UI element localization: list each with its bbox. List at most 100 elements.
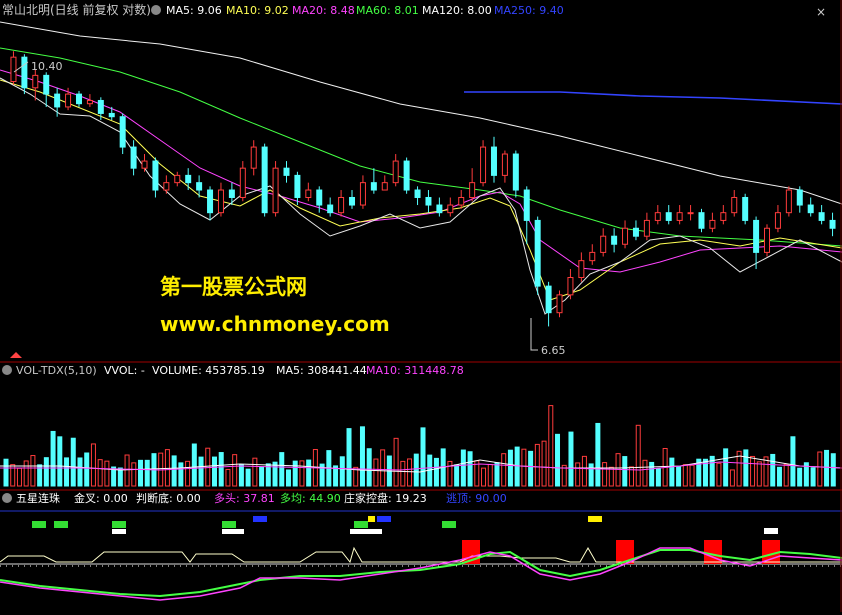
signal-white-1: [112, 529, 126, 534]
volume-bar: [608, 466, 614, 487]
candle-body: [425, 196, 432, 206]
bottom-judge-legend: 判断底: 0.00: [136, 491, 201, 505]
volume-bar: [534, 443, 540, 487]
volume-bar: [306, 459, 312, 487]
control-legend: 庄家控盘: 19.23: [344, 491, 427, 505]
candle-body: [774, 212, 781, 229]
volume-bar: [420, 427, 426, 487]
candle-body: [130, 146, 137, 169]
vol-tdx-legend: VOL-TDX(5,10): [16, 364, 97, 377]
volume-settings-icon[interactable]: [2, 365, 12, 375]
candle-body: [250, 146, 257, 169]
candle-body: [10, 56, 17, 83]
volume-bar: [252, 457, 258, 487]
volume-bar: [3, 458, 9, 487]
candle-body: [731, 196, 738, 214]
volume-bar: [433, 457, 439, 487]
volume-bar: [272, 461, 278, 487]
volume-bar: [501, 453, 507, 487]
candle-body: [207, 189, 214, 214]
volume-bar: [400, 460, 406, 487]
candle-body: [305, 189, 312, 198]
candle-body: [578, 260, 585, 279]
volume-bar: [481, 467, 487, 487]
signal-settings-icon[interactable]: [2, 493, 12, 503]
volume-bar: [548, 405, 554, 487]
candle-body: [403, 160, 410, 191]
volume-bar: [588, 463, 594, 487]
candle-body: [829, 219, 836, 229]
candle-body: [163, 182, 170, 191]
candle-body: [545, 285, 552, 314]
volume-bar: [676, 466, 682, 487]
candle-body: [490, 146, 497, 176]
volume-bar: [64, 457, 70, 487]
volume-bar: [790, 436, 796, 487]
signal-yellow-1: [368, 516, 375, 522]
candle-body: [239, 167, 246, 198]
volume-bar: [750, 455, 756, 487]
volume-bar: [655, 468, 661, 487]
candle-body: [316, 189, 323, 206]
price-panel-title: 常山北明(日线 前复权 对数): [2, 2, 151, 17]
ma10-line: [0, 79, 842, 301]
volume-bar: [723, 448, 729, 487]
close-icon[interactable]: ×: [816, 5, 826, 19]
volume-bar: [467, 451, 473, 487]
candle-body: [480, 146, 487, 184]
signal-blue-1: [253, 516, 267, 522]
candle-body: [622, 227, 629, 245]
scroll-marker-icon[interactable]: [10, 352, 22, 358]
candle-body: [643, 219, 650, 237]
volume-bar: [507, 449, 513, 487]
volume-bar: [171, 455, 177, 487]
volume-bar: [568, 431, 574, 487]
vvol-legend: VVOL: -: [104, 364, 145, 377]
candle-body: [65, 93, 72, 108]
volume-bar: [595, 422, 601, 487]
stock-chart: 10.40 6.65 第一股票公式网 www.chnmoney.com 常山北明…: [0, 0, 842, 612]
candle-body: [807, 204, 814, 214]
vol-ma10-legend: MA10: 311448.78: [366, 364, 464, 377]
candle-body: [447, 204, 454, 214]
volume-bar: [635, 424, 641, 487]
candle-body: [21, 56, 28, 89]
candle-body: [54, 93, 61, 108]
watermark-title: 第一股票公式网: [160, 275, 307, 299]
candle-body: [75, 93, 82, 105]
low-marker-arrow: [530, 318, 538, 351]
candle-body: [512, 153, 519, 191]
candle-body: [152, 160, 159, 191]
volume-bar: [232, 454, 238, 487]
volume-bar: [144, 459, 150, 487]
volume-bar: [90, 443, 96, 487]
volume-bar: [16, 467, 22, 487]
volume-bar: [407, 458, 413, 487]
golden-cross-legend: 金叉: 0.00: [74, 491, 128, 505]
ma60-line: [0, 47, 842, 247]
volume-panel-header: VOL-TDX(5,10) VVOL: - VOLUME: 453785.19 …: [2, 364, 464, 377]
volume-bar: [824, 449, 830, 487]
signal-white-4: [764, 528, 778, 534]
volume-bar: [783, 463, 789, 487]
volume-bar: [245, 468, 251, 487]
candle-body: [327, 204, 334, 214]
volume-bar: [528, 450, 534, 487]
signal-white-3: [350, 529, 382, 534]
candle-body: [32, 74, 39, 89]
price-settings-icon[interactable]: [151, 5, 161, 15]
candle-body: [556, 294, 563, 314]
volume-bar: [776, 466, 782, 487]
volume-bar: [494, 462, 500, 487]
volume-legend: VOLUME: 453785.19: [152, 364, 265, 377]
volume-bar: [575, 462, 581, 487]
candle-body: [665, 212, 672, 221]
volume-bar: [359, 426, 365, 487]
volume-bar: [185, 460, 191, 487]
ma60-legend: MA60: 8.01: [356, 4, 419, 17]
candle-body: [174, 174, 181, 184]
volume-bar: [756, 461, 762, 487]
candle-series: [10, 51, 836, 327]
high-label: 10.40: [31, 60, 63, 73]
volume-bar: [682, 464, 688, 487]
